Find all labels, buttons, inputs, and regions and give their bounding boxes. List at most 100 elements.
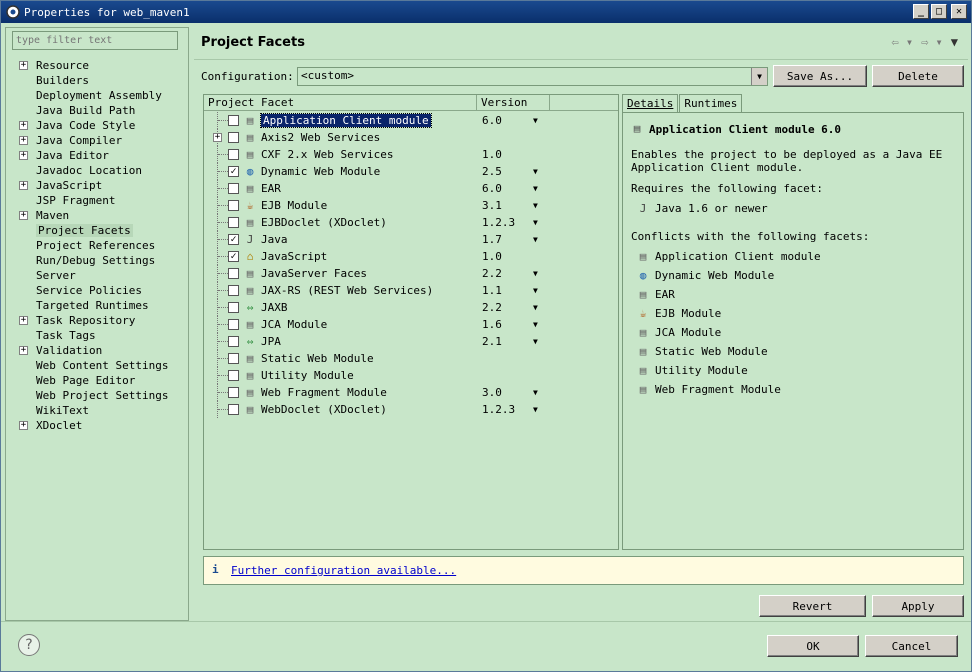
facet-row[interactable]: ▤ Static Web Module: [204, 350, 618, 367]
facet-row[interactable]: ✓ ◍ Dynamic Web Module 2.5 ▼: [204, 163, 618, 180]
facet-row[interactable]: ▤ JCA Module 1.6 ▼: [204, 316, 618, 333]
sidebar-item[interactable]: Java Build Path: [6, 103, 188, 118]
forward-arrow-icon[interactable]: ⇨ ▾: [921, 35, 943, 49]
expand-icon[interactable]: +: [19, 121, 28, 130]
sidebar-item[interactable]: Web Project Settings: [6, 388, 188, 403]
version-dropdown-icon[interactable]: ▼: [533, 384, 538, 401]
sidebar-item[interactable]: Web Content Settings: [6, 358, 188, 373]
tab-details[interactable]: Details: [622, 94, 679, 113]
sidebar-item[interactable]: + Validation: [6, 343, 188, 358]
facet-row[interactable]: ⇔ JAXB 2.2 ▼: [204, 299, 618, 316]
expand-icon[interactable]: +: [19, 421, 28, 430]
sidebar-item[interactable]: Targeted Runtimes: [6, 298, 188, 313]
facet-version[interactable]: 1.2.3: [482, 401, 515, 418]
facet-row[interactable]: ✓ J Java 1.7 ▼: [204, 231, 618, 248]
column-header-version[interactable]: Version: [477, 95, 550, 111]
help-icon[interactable]: ?: [18, 634, 40, 656]
sidebar-item[interactable]: + JavaScript: [6, 178, 188, 193]
tab-runtimes[interactable]: Runtimes: [679, 94, 743, 112]
facet-version[interactable]: 2.2: [482, 265, 502, 282]
save-as-button[interactable]: Save As...: [773, 65, 867, 87]
facet-checkbox[interactable]: [228, 319, 239, 330]
facet-checkbox[interactable]: ✓: [228, 234, 239, 245]
facet-row[interactable]: ▤ EAR 6.0 ▼: [204, 180, 618, 197]
expand-icon[interactable]: +: [213, 133, 222, 142]
version-dropdown-icon[interactable]: ▼: [533, 163, 538, 180]
sidebar-item[interactable]: + Java Editor: [6, 148, 188, 163]
facet-row[interactable]: ▤ Application Client module 6.0 ▼: [204, 112, 618, 129]
version-dropdown-icon[interactable]: ▼: [533, 231, 538, 248]
sidebar-item[interactable]: Project Facets: [6, 223, 188, 238]
facet-version[interactable]: 1.7: [482, 231, 502, 248]
version-dropdown-icon[interactable]: ▼: [533, 401, 538, 418]
apply-button[interactable]: Apply: [872, 595, 964, 617]
column-header-facet[interactable]: Project Facet: [204, 95, 477, 111]
facet-checkbox[interactable]: [228, 183, 239, 194]
title-bar[interactable]: Properties for web_maven1 _ □ ✕: [1, 1, 971, 23]
sidebar-item[interactable]: JSP Fragment: [6, 193, 188, 208]
facet-version[interactable]: 1.1: [482, 282, 502, 299]
facet-row[interactable]: ▤ CXF 2.x Web Services 1.0: [204, 146, 618, 163]
facet-checkbox[interactable]: [228, 370, 239, 381]
back-arrow-icon[interactable]: ⇦ ▾: [891, 35, 913, 49]
revert-button[interactable]: Revert: [759, 595, 866, 617]
configuration-select[interactable]: <custom> ▼: [297, 67, 768, 86]
version-dropdown-icon[interactable]: ▼: [533, 333, 538, 350]
expand-icon[interactable]: +: [19, 316, 28, 325]
facet-checkbox[interactable]: [228, 387, 239, 398]
view-menu-icon[interactable]: ▼: [951, 35, 958, 49]
version-dropdown-icon[interactable]: ▼: [533, 265, 538, 282]
facet-version[interactable]: 2.2: [482, 299, 502, 316]
filter-input[interactable]: [12, 31, 178, 50]
sidebar-item[interactable]: Project References: [6, 238, 188, 253]
version-dropdown-icon[interactable]: ▼: [533, 180, 538, 197]
cancel-button[interactable]: Cancel: [865, 635, 958, 657]
facet-row[interactable]: ▤ Web Fragment Module 3.0 ▼: [204, 384, 618, 401]
facet-row[interactable]: ▤ JavaServer Faces 2.2 ▼: [204, 265, 618, 282]
facet-version[interactable]: 3.0: [482, 384, 502, 401]
facet-checkbox[interactable]: [228, 200, 239, 211]
facet-checkbox[interactable]: [228, 404, 239, 415]
sidebar-item[interactable]: + Java Code Style: [6, 118, 188, 133]
sidebar-item[interactable]: Run/Debug Settings: [6, 253, 188, 268]
facet-row[interactable]: + ▤ Axis2 Web Services: [204, 129, 618, 146]
close-button[interactable]: ✕: [951, 4, 967, 19]
facet-version[interactable]: 1.6: [482, 316, 502, 333]
facet-row[interactable]: ▤ Utility Module: [204, 367, 618, 384]
facet-checkbox[interactable]: [228, 115, 239, 126]
facet-version[interactable]: 6.0: [482, 180, 502, 197]
facet-row[interactable]: ▤ EJBDoclet (XDoclet) 1.2.3 ▼: [204, 214, 618, 231]
sidebar-item[interactable]: Service Policies: [6, 283, 188, 298]
minimize-button[interactable]: _: [913, 4, 929, 19]
facet-row[interactable]: ▤ WebDoclet (XDoclet) 1.2.3 ▼: [204, 401, 618, 418]
facet-version[interactable]: 1.2.3: [482, 214, 515, 231]
sidebar-item[interactable]: Deployment Assembly: [6, 88, 188, 103]
facet-checkbox[interactable]: [228, 302, 239, 313]
ok-button[interactable]: OK: [767, 635, 859, 657]
facet-row[interactable]: ☕ EJB Module 3.1 ▼: [204, 197, 618, 214]
facet-checkbox[interactable]: [228, 353, 239, 364]
facet-row[interactable]: ✓ ⌂ JavaScript 1.0: [204, 248, 618, 265]
sidebar-item[interactable]: Javadoc Location: [6, 163, 188, 178]
sidebar-item[interactable]: + Maven: [6, 208, 188, 223]
sidebar-item[interactable]: Task Tags: [6, 328, 188, 343]
facet-row[interactable]: ▤ JAX-RS (REST Web Services) 1.1 ▼: [204, 282, 618, 299]
expand-icon[interactable]: +: [19, 151, 28, 160]
version-dropdown-icon[interactable]: ▼: [533, 299, 538, 316]
facet-checkbox[interactable]: [228, 285, 239, 296]
expand-icon[interactable]: +: [19, 136, 28, 145]
facet-checkbox[interactable]: [228, 132, 239, 143]
sidebar-item[interactable]: Server: [6, 268, 188, 283]
sidebar-item[interactable]: Builders: [6, 73, 188, 88]
version-dropdown-icon[interactable]: ▼: [533, 316, 538, 333]
expand-icon[interactable]: +: [19, 346, 28, 355]
sidebar-item[interactable]: + Java Compiler: [6, 133, 188, 148]
sidebar-item[interactable]: + Resource: [6, 58, 188, 73]
facet-row[interactable]: ⇔ JPA 2.1 ▼: [204, 333, 618, 350]
facet-checkbox[interactable]: [228, 149, 239, 160]
facet-checkbox[interactable]: ✓: [228, 251, 239, 262]
facet-version[interactable]: 6.0: [482, 112, 502, 129]
further-configuration-link[interactable]: Further configuration available...: [231, 564, 456, 577]
maximize-button[interactable]: □: [931, 4, 947, 19]
version-dropdown-icon[interactable]: ▼: [533, 282, 538, 299]
